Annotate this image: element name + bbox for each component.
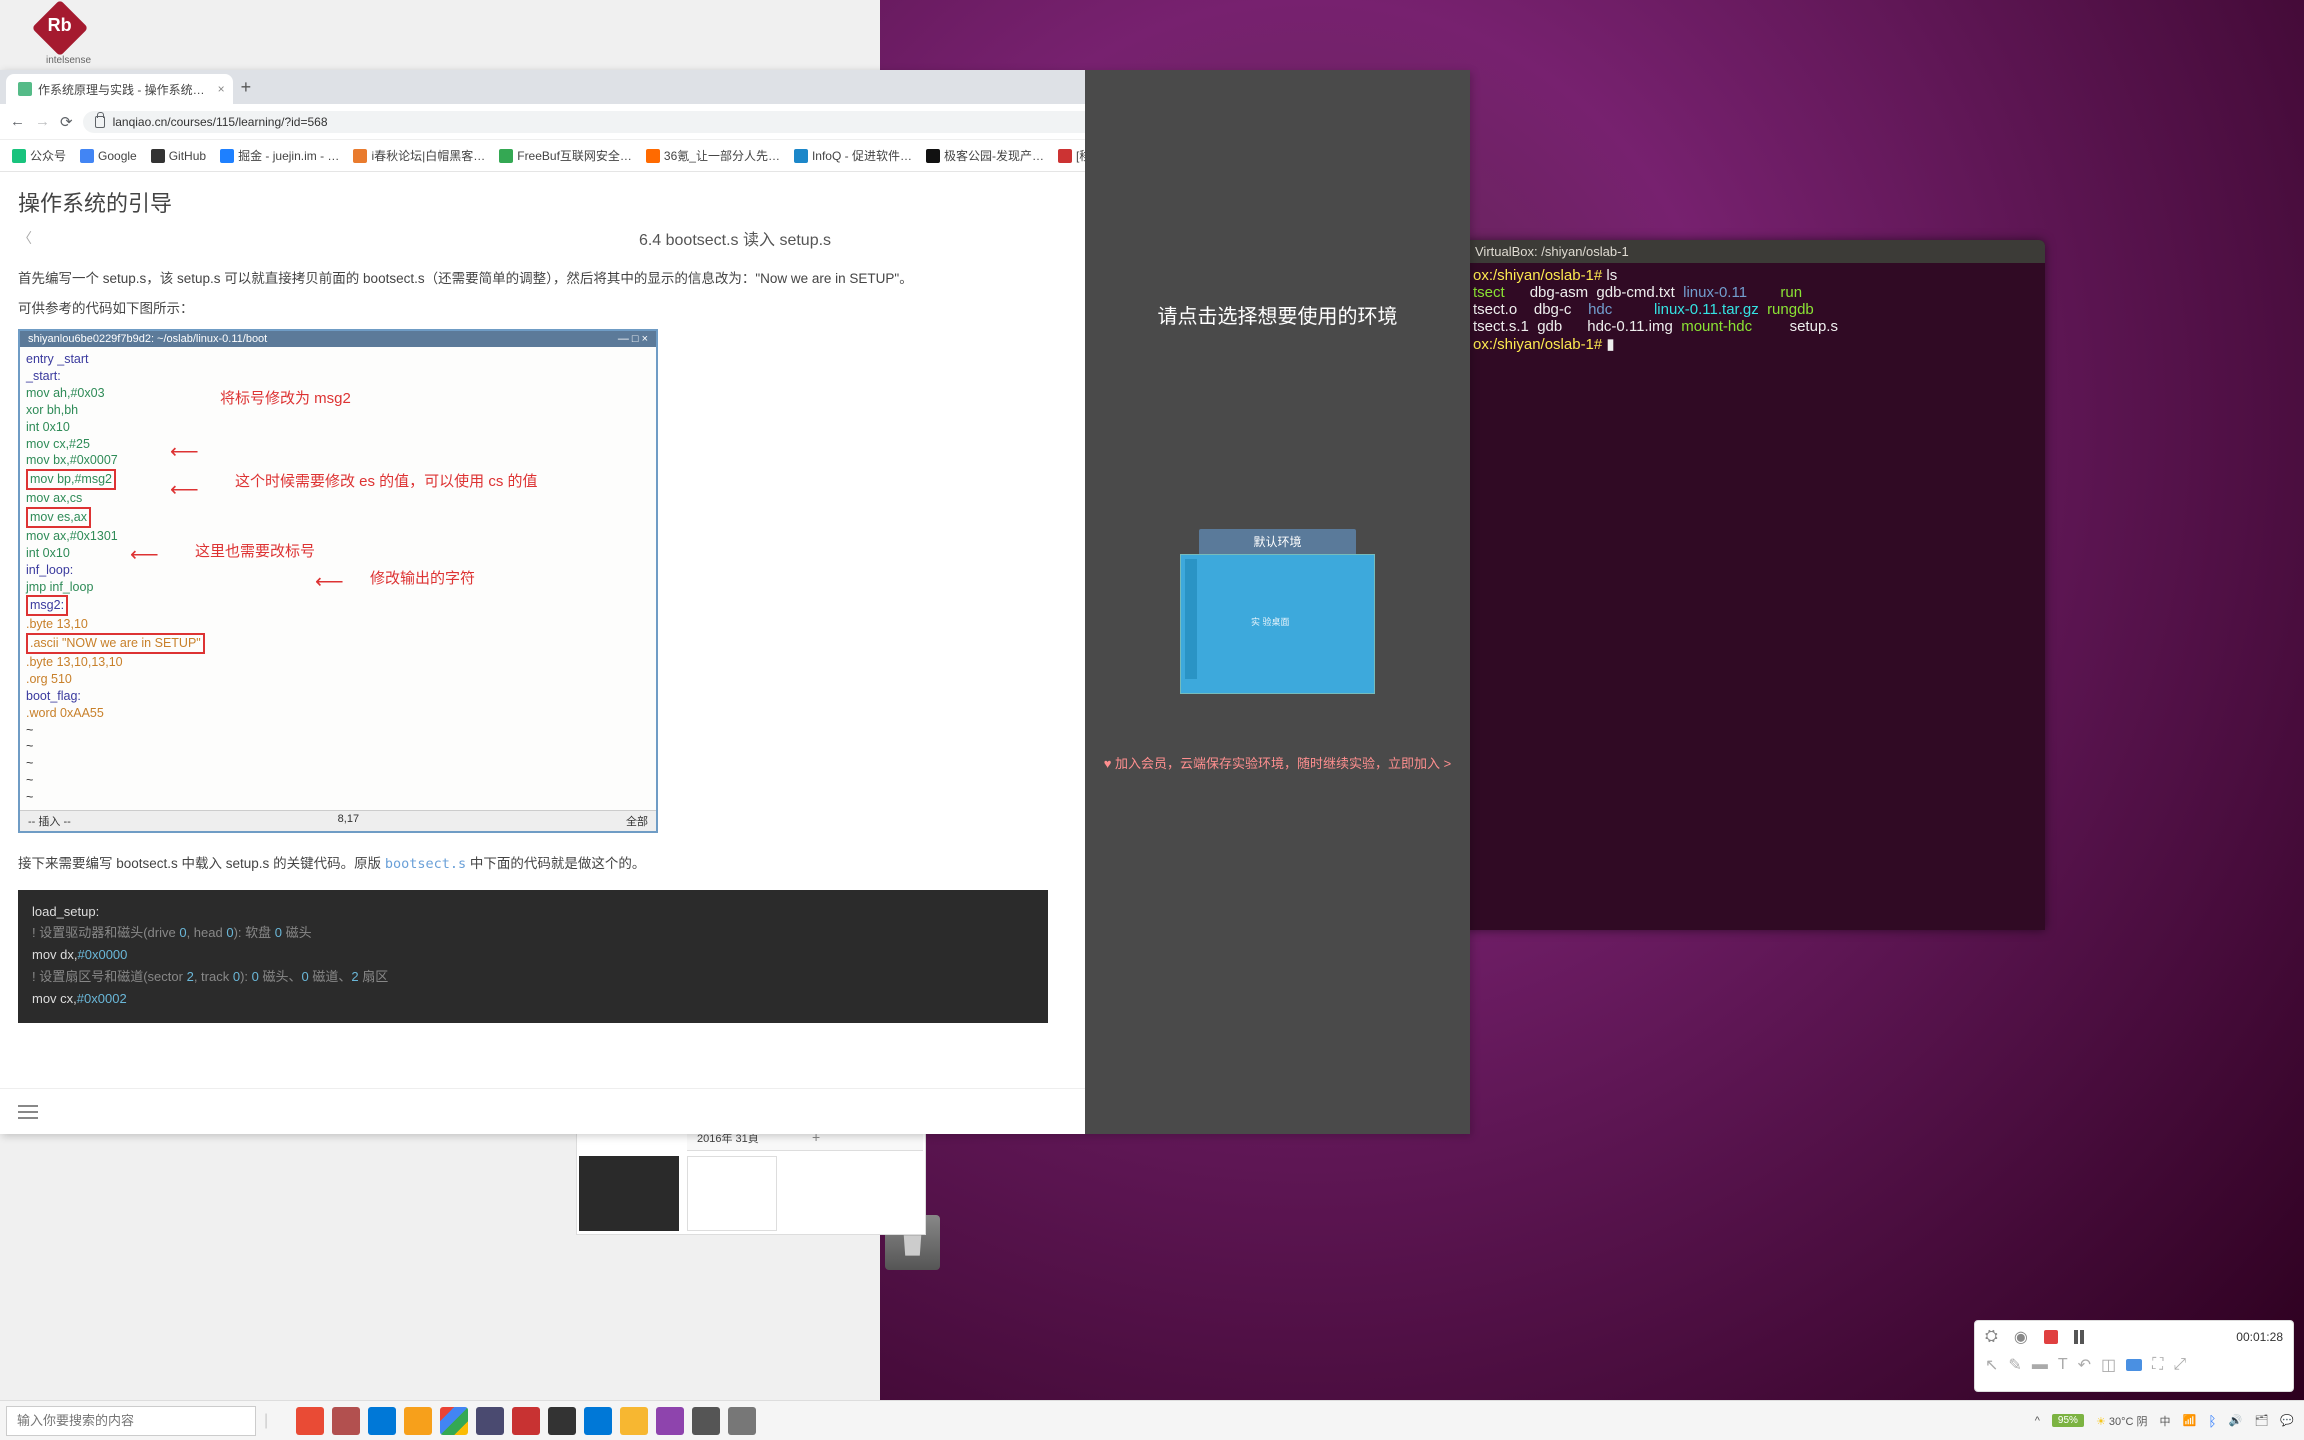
annotation: 这个时候需要修改 es 的值，可以使用 cs 的值 xyxy=(235,472,635,492)
url-text: lanqiao.cn/courses/115/learning/?id=568 xyxy=(113,115,328,129)
taskbar-app[interactable] xyxy=(692,1407,720,1435)
recorder-screenshot-icon[interactable]: ◉ xyxy=(2014,1327,2028,1347)
taskbar-app[interactable] xyxy=(620,1407,648,1435)
code-screenshot: shiyanlou6be0229f7b9d2: ~/oslab/linux-0.… xyxy=(18,329,658,833)
folder-thumb-1[interactable] xyxy=(579,1156,679,1231)
rec-text-icon[interactable]: T xyxy=(2058,1356,2068,1374)
taskbar-app[interactable] xyxy=(440,1407,468,1435)
environment-selector-overlay: 请点击选择想要使用的环境 默认环境 实 验桌面 ♥ 加入会员，云端保存实验环境，… xyxy=(1085,70,1470,1134)
bookmark-item[interactable]: FreeBuf互联网安全… xyxy=(499,147,632,164)
battery-icon[interactable]: 95% xyxy=(2052,1414,2084,1427)
annotation: 修改输出的字符 xyxy=(370,569,475,589)
taskbar-app[interactable] xyxy=(332,1407,360,1435)
taskbar-app[interactable] xyxy=(656,1407,684,1435)
rubymine-label: intelsense xyxy=(46,55,91,66)
code-ss-winbtns: — □ × xyxy=(618,333,648,345)
bookmark-item[interactable]: i春秋论坛|白帽黑客… xyxy=(353,147,485,164)
taskbar-app[interactable] xyxy=(296,1407,324,1435)
rec-undo-icon[interactable]: ↶ xyxy=(2078,1355,2091,1375)
rec-pen-icon[interactable]: ✎ xyxy=(2008,1355,2021,1375)
bookmark-item[interactable]: 36氪_让一部分人先… xyxy=(646,147,780,164)
annotation: 将标号修改为 msg2 xyxy=(220,389,351,409)
arrow-icon: ⟵ xyxy=(170,439,199,466)
toc-icon[interactable] xyxy=(18,1105,38,1119)
prev-section-icon[interactable]: 〈 xyxy=(18,228,32,248)
new-tab-button[interactable]: + xyxy=(241,77,252,98)
rec-zoom-icon[interactable]: ⛶ xyxy=(2152,1356,2163,1374)
rec-hl-icon[interactable]: ▬ xyxy=(2032,1356,2048,1374)
bookmark-item[interactable]: Google xyxy=(80,149,137,163)
recorder-pause-button[interactable] xyxy=(2074,1330,2084,1344)
arrow-icon: ⟵ xyxy=(130,542,159,569)
env-card[interactable]: 实 验桌面 xyxy=(1180,554,1375,694)
reload-button[interactable]: ⟳ xyxy=(60,113,73,131)
folder-thumb-2[interactable] xyxy=(687,1156,777,1231)
windows-search-input[interactable] xyxy=(6,1406,256,1436)
section-title: 6.4 bootsect.s 读入 setup.s xyxy=(639,226,831,250)
taskbar-app[interactable] xyxy=(368,1407,396,1435)
ubuntu-terminal[interactable]: VirtualBox: /shiyan/oslab-1 ox:/shiyan/o… xyxy=(1465,240,2045,930)
screen-recorder-panel[interactable]: ⛭ ◉ 00:01:28 ↖ ✎ ▬ T ↶ ◫ ⛶ ⤢ xyxy=(1974,1320,2294,1392)
tray-notifications-icon[interactable]: 💬 xyxy=(2280,1414,2294,1427)
lock-icon[interactable] xyxy=(95,116,105,128)
taskbar-apps xyxy=(296,1407,756,1435)
code-ss-title: shiyanlou6be0229f7b9d2: ~/oslab/linux-0.… xyxy=(20,331,656,347)
terminal-body[interactable]: ox:/shiyan/oslab-1# ls tsect dbg-asm gdb… xyxy=(1465,263,2045,357)
taskbar-app[interactable] xyxy=(728,1407,756,1435)
browser-tab[interactable]: 作系统原理与实践 - 操作系统… × xyxy=(6,74,233,104)
explorer-peek[interactable]: 2016年 31頁 + xyxy=(576,1125,926,1235)
recorder-settings-icon[interactable]: ⛭ xyxy=(1985,1328,1998,1346)
annotation: 这里也需要改标号 xyxy=(195,542,315,562)
taskbar-app[interactable] xyxy=(476,1407,504,1435)
bookmark-item[interactable]: 公众号 xyxy=(12,147,66,164)
rec-cursor-icon[interactable]: ↖ xyxy=(1985,1355,1998,1375)
rec-full-icon[interactable]: ⤢ xyxy=(2173,1356,2186,1374)
bookmark-item[interactable]: 极客公园-发现产… xyxy=(926,147,1044,164)
env-heading: 请点击选择想要使用的环境 xyxy=(1158,300,1398,329)
bookmark-item[interactable]: 掘金 - juejin.im - … xyxy=(220,147,339,164)
taskbar-app[interactable] xyxy=(584,1407,612,1435)
bookmark-item[interactable]: InfoQ - 促进软件… xyxy=(794,147,912,164)
recorder-stop-button[interactable] xyxy=(2044,1330,2058,1344)
tray-wifi-icon[interactable]: 📶 xyxy=(2183,1414,2197,1427)
vim-status-bar: -- 插入 -- 8,17 全部 xyxy=(20,810,656,831)
close-tab-icon[interactable]: × xyxy=(218,82,225,96)
taskbar-app[interactable] xyxy=(512,1407,540,1435)
arrow-icon: ⟵ xyxy=(315,569,344,596)
tab-title: 作系统原理与实践 - 操作系统… xyxy=(38,81,205,98)
tray-expand-icon[interactable]: ^ xyxy=(2035,1415,2040,1427)
recorder-time: 00:01:28 xyxy=(2236,1330,2283,1344)
forward-button[interactable]: → xyxy=(35,113,50,130)
windows-taskbar: | ^ 95% ☀ 30°C 阴 中 📶 ᛒ 🔊 🗂 💬 xyxy=(0,1400,2304,1440)
terminal-title: VirtualBox: /shiyan/oslab-1 xyxy=(1465,240,2045,263)
weather-widget[interactable]: ☀ 30°C 阴 xyxy=(2096,1413,2148,1429)
tab-favicon xyxy=(18,82,32,96)
env-thumbnail-label: 实 验桌面 xyxy=(1251,615,1290,628)
join-member-link[interactable]: ♥ 加入会员，云端保存实验环境，随时继续实验，立即加入 > xyxy=(1104,754,1452,775)
code-block: load_setup: ! 设置驱动器和磁头(drive 0, head 0):… xyxy=(18,890,1048,1023)
bookmark-item[interactable]: GitHub xyxy=(151,149,206,163)
rec-region-button[interactable] xyxy=(2126,1359,2142,1371)
tray-language-icon[interactable]: 中 xyxy=(2160,1413,2171,1429)
rec-erase-icon[interactable]: ◫ xyxy=(2101,1355,2116,1375)
tray-bluetooth-icon[interactable]: ᛒ xyxy=(2208,1413,2216,1429)
tray-volume-icon[interactable]: 🔊 xyxy=(2229,1414,2243,1427)
chrome-window: 作系统原理与实践 - 操作系统… × + — □ ✕ ← → ⟳ lanqiao… xyxy=(0,70,1470,1134)
tray-battery-icon[interactable]: 🗂 xyxy=(2254,1414,2268,1427)
env-thumbnail-sidebar xyxy=(1185,559,1197,679)
arrow-icon: ⟵ xyxy=(170,477,199,504)
env-card-title: 默认环境 xyxy=(1199,529,1355,554)
taskbar-app[interactable] xyxy=(404,1407,432,1435)
code-ss-body: entry _start _start: mov ah,#0x03 xor bh… xyxy=(20,347,656,810)
back-button[interactable]: ← xyxy=(10,113,25,130)
system-tray: ^ 95% ☀ 30°C 阴 中 📶 ᛒ 🔊 🗂 💬 xyxy=(2035,1413,2294,1429)
rubymine-badge[interactable] xyxy=(32,0,89,56)
taskbar-app[interactable] xyxy=(548,1407,576,1435)
